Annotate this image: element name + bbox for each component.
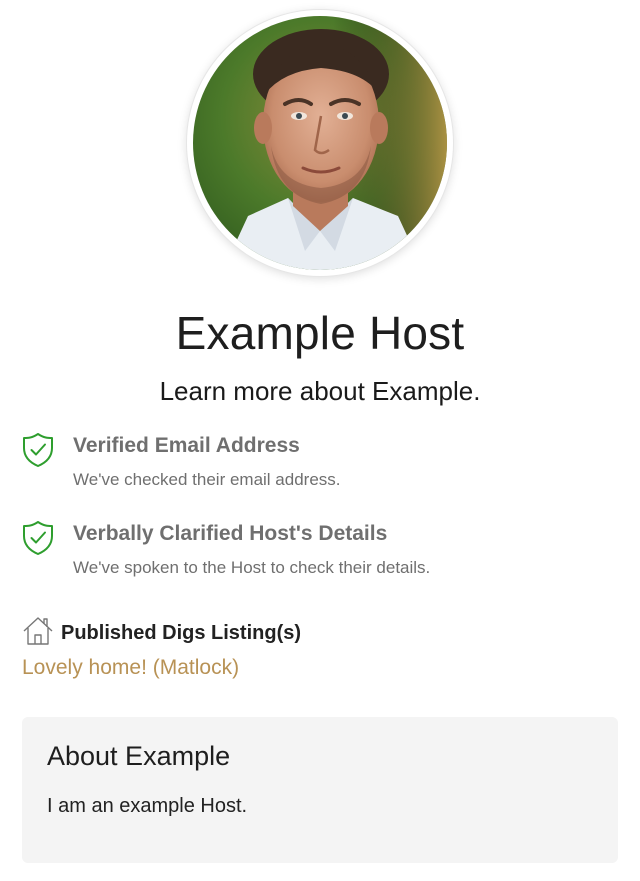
verification-title: Verified Email Address [73, 434, 300, 457]
listing-link[interactable]: Lovely home! (Matlock) [22, 656, 239, 680]
host-photo [193, 16, 447, 270]
host-portrait-image [193, 16, 447, 270]
verification-description: We've checked their email address. [73, 470, 341, 489]
shield-check-icon [23, 521, 53, 555]
host-name: Example Host [175, 307, 465, 359]
verification-description: We've spoken to the Host to check their … [73, 558, 431, 577]
about-panel: About Example I am an example Host. [22, 717, 618, 863]
profile-subtitle: Learn more about Example. [159, 376, 481, 406]
shield-check-icon [23, 433, 53, 467]
about-heading: About Example [47, 741, 231, 771]
verification-title: Verbally Clarified Host's Details [73, 522, 388, 545]
avatar [187, 10, 453, 276]
listings-title: Published Digs Listing(s) [61, 622, 302, 644]
house-icon [23, 617, 53, 645]
about-body: I am an example Host. [47, 795, 248, 817]
